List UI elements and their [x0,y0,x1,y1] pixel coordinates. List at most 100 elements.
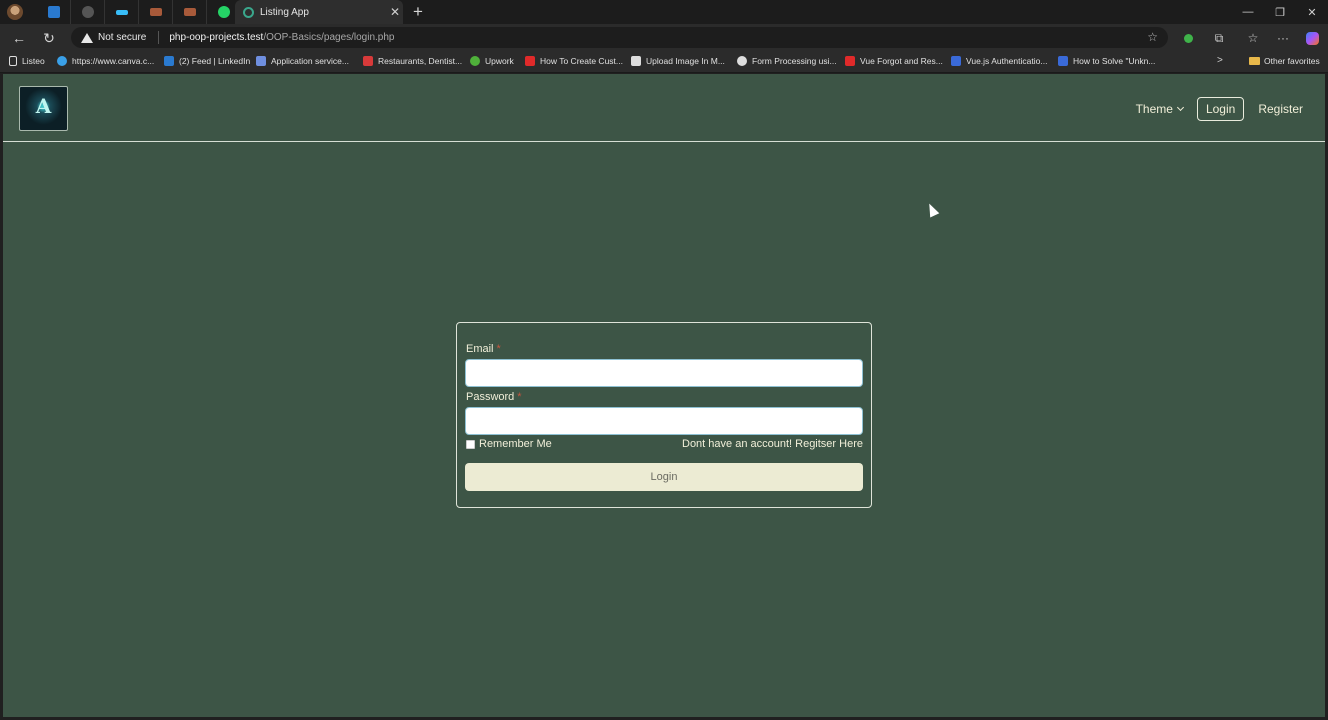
bookmark-label: How to Solve "Unkn... [1073,56,1156,66]
youtube-icon [845,56,855,66]
bookmark-item[interactable]: How To Create Cust... [525,56,623,66]
other-favorites[interactable]: Other favorites [1249,56,1320,66]
bookmark-label: Application service... [271,56,349,66]
tab-active[interactable]: Listing App ✕ [235,0,403,24]
url-path: /OOP-Basics/pages/login.php [263,32,395,43]
puzzle-icon[interactable]: ⧉ [1209,28,1229,48]
bookmark-label: Upload Image In M... [646,56,725,66]
bookmark-item[interactable]: Vue.js Authenticatio... [951,56,1047,66]
bookmark-label: Vue Forgot and Res... [860,56,943,66]
bookmark-label: Listeo [22,56,45,66]
bookmark-label: Form Processing usi... [752,56,837,66]
site-navbar: A Theme Login Register [3,74,1325,142]
theme-dropdown[interactable]: Theme [1135,102,1184,116]
profile-avatar[interactable] [7,4,23,20]
bookmark-label: Restaurants, Dentist... [378,56,463,66]
bookmark-label: https://www.canva.c... [72,56,155,66]
nav-login-link[interactable]: Login [1196,97,1245,121]
bookmark-item[interactable]: Restaurants, Dentist... [363,56,462,66]
bookmark-item[interactable]: Application service... [256,56,349,66]
extension-icon[interactable] [1178,28,1198,48]
bookmark-item[interactable]: How to Solve "Unkn... [1058,56,1155,66]
minimize-button[interactable]: — [1232,0,1264,24]
tab-tailwind[interactable] [105,0,139,24]
whatsapp-icon [217,6,230,18]
required-mark: * [517,391,522,403]
copilot-icon[interactable] [1302,28,1322,48]
nav-register-link[interactable]: Register [1258,102,1303,116]
password-field[interactable] [465,407,863,435]
laravel-icon [183,8,196,16]
tab-favicon-icon [243,6,254,18]
password-label: Password * [466,391,522,403]
login-form: Email * Password * Remember Me Dont have a… [456,322,872,508]
bookmark-item[interactable]: Upwork [470,56,514,66]
address-toolbar: ← ↻ Not secure php-oop-projects.test /OO… [0,24,1328,51]
new-tab-button[interactable]: + [409,2,427,22]
required-mark: * [496,343,501,355]
nav-links: Theme Login Register [1122,97,1303,121]
upwork-icon [470,56,480,66]
page-content: A Theme Login Register Email * Password * … [3,74,1325,717]
folder-icon [1249,57,1260,65]
medium-icon [737,56,747,66]
linkedin-icon [164,56,174,66]
close-window-button[interactable]: ✕ [1296,0,1328,24]
bookmark-item[interactable]: https://www.canva.c... [57,56,154,66]
site-icon [631,56,641,66]
email-label: Email * [466,343,501,355]
globe-icon [81,6,94,18]
login-button[interactable]: Login [465,463,863,491]
bookmarks-overflow-button[interactable]: > [1217,55,1223,66]
remember-checkbox[interactable] [466,439,475,449]
youtube-icon [525,56,535,66]
bookmark-item[interactable]: Upload Image In M... [631,56,725,66]
bookmark-item[interactable]: Vue Forgot and Res... [845,56,943,66]
vuetify-icon [256,56,266,66]
security-label[interactable]: Not secure [98,32,146,43]
reload-button[interactable]: ↻ [39,28,59,48]
email-label-text: Email [466,343,494,355]
bookmark-label: How To Create Cust... [540,56,623,66]
tab-generic[interactable] [71,0,105,24]
tab-linkedin[interactable] [37,0,71,24]
email-field[interactable] [465,359,863,387]
theme-label: Theme [1135,102,1173,116]
password-label-text: Password [466,391,515,403]
chevron-down-icon [1176,103,1184,111]
laravel-icon [149,8,162,16]
restore-button[interactable]: ❐ [1264,0,1296,24]
bookmark-label: (2) Feed | LinkedIn [179,56,251,66]
tab-strip [0,0,1328,24]
site-logo[interactable]: A [19,86,68,131]
linkedin-icon [47,6,60,18]
url-host: php-oop-projects.test [169,32,264,43]
remember-label: Remember Me [479,438,552,450]
yelp-icon [363,56,373,66]
back-button[interactable]: ← [9,28,29,48]
url-divider [158,31,160,44]
logo-letter: A [35,94,52,118]
star-icon[interactable]: ☆ [1147,30,1158,44]
canva-icon [57,56,67,66]
tab-title: Listing App [260,6,309,18]
address-bar[interactable]: Not secure php-oop-projects.test /OOP-Ba… [71,27,1168,48]
favorites-icon[interactable]: ☆ [1243,28,1263,48]
more-icon[interactable]: ··· [1273,28,1293,48]
page-icon [9,56,17,66]
register-link[interactable]: Dont have an account! Regitser Here [682,438,863,450]
other-favorites-label: Other favorites [1264,56,1320,66]
tab-close-icon[interactable]: ✕ [387,5,403,19]
tailwind-icon [115,9,128,15]
bookmark-item[interactable]: Listeo [9,56,45,66]
bookmarks-bar: Listeo https://www.canva.c... (2) Feed |… [0,51,1328,73]
bookmark-item[interactable]: (2) Feed | LinkedIn [164,56,250,66]
site-icon [951,56,961,66]
site-icon [1058,56,1068,66]
tab-laravel-2[interactable] [173,0,207,24]
warning-icon [81,32,93,43]
remember-me[interactable]: Remember Me [466,438,552,450]
bookmark-label: Vue.js Authenticatio... [966,56,1048,66]
tab-laravel-1[interactable] [139,0,173,24]
bookmark-item[interactable]: Form Processing usi... [737,56,837,66]
